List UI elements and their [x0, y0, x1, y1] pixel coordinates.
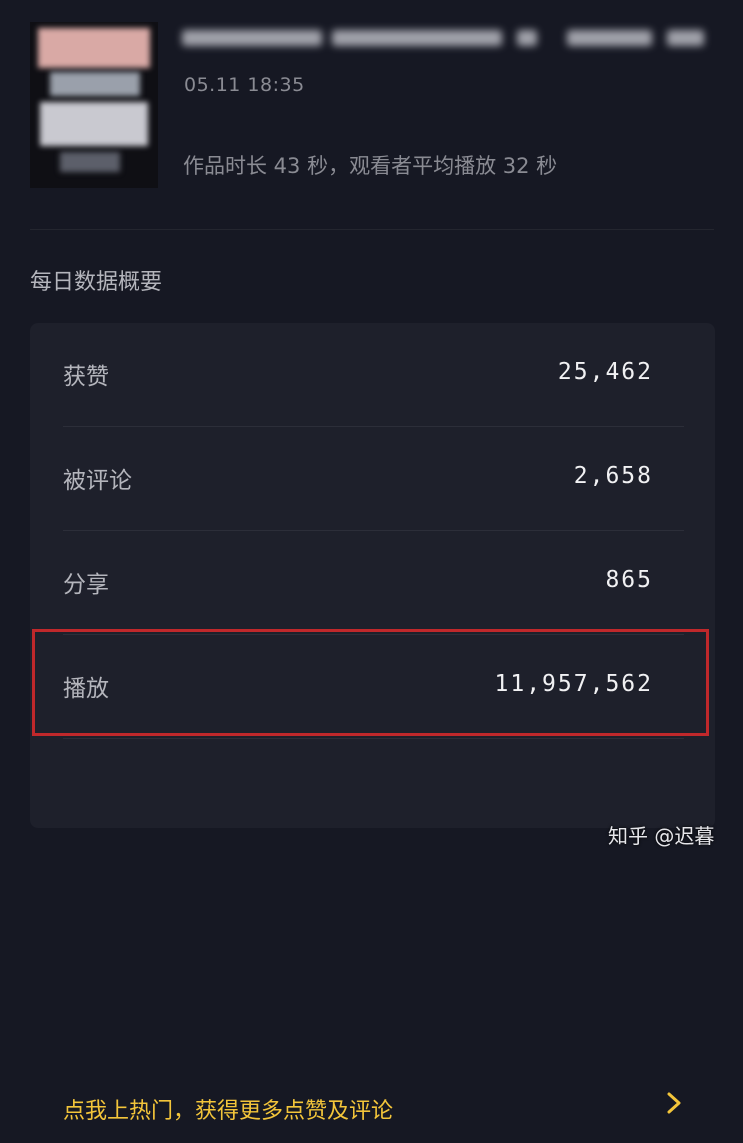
- row-divider: [63, 738, 684, 739]
- thumbnail-blur-block: [40, 102, 148, 146]
- stat-label: 获赞: [63, 364, 109, 390]
- stat-label: 分享: [63, 572, 109, 598]
- divider: [30, 229, 714, 230]
- stat-row-plays: 播放 11,957,562: [30, 635, 715, 739]
- thumbnail-blur-block: [38, 28, 150, 68]
- watermark: 知乎 @迟暮: [608, 824, 715, 848]
- chevron-right-icon: [667, 1092, 681, 1114]
- post-time: 05.11 18:35: [184, 74, 305, 96]
- video-thumbnail[interactable]: [30, 22, 158, 188]
- stat-label: 被评论: [63, 468, 132, 494]
- duration-summary: 作品时长 43 秒，观看者平均播放 32 秒: [183, 154, 558, 178]
- section-title: 每日数据概要: [30, 270, 163, 295]
- stat-row-shares: 分享 865: [30, 531, 715, 635]
- video-title-redacted: [182, 24, 704, 52]
- stat-value: 865: [605, 567, 653, 593]
- video-header: 05.11 18:35 作品时长 43 秒，观看者平均播放 32 秒: [0, 0, 743, 230]
- thumbnail-blur-block: [50, 72, 140, 96]
- daily-stats-card: 获赞 25,462 被评论 2,658 分享 865 播放 11,957,562…: [30, 323, 715, 1124]
- stat-value: 25,462: [557, 359, 653, 385]
- promote-text: 点我上热门，获得更多点赞及评论: [63, 1099, 394, 1124]
- stat-row-comments: 被评论 2,658: [30, 427, 715, 531]
- promote-link[interactable]: 点我上热门，获得更多点赞及评论: [30, 1063, 715, 1143]
- thumbnail-blur-block: [60, 152, 120, 172]
- stat-value: 2,658: [573, 463, 653, 489]
- stat-value: 11,957,562: [494, 671, 653, 697]
- stat-row-likes: 获赞 25,462: [30, 323, 715, 427]
- stat-label: 播放: [63, 676, 109, 702]
